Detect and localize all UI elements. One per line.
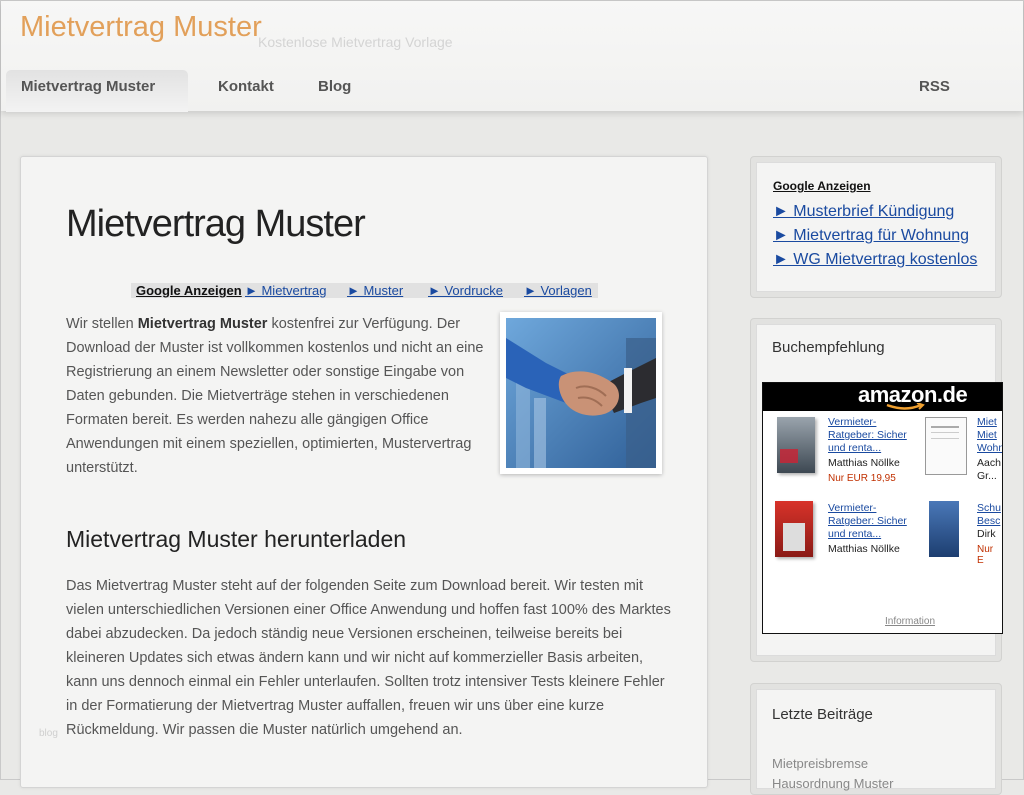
ad-link-mietvertrag[interactable]: ► Mietvertrag — [245, 283, 327, 298]
book-title-4[interactable]: Schu Besc — [977, 502, 1002, 528]
amazon-header: amazon.de — [763, 383, 1002, 411]
site-title[interactable]: Mietvertrag Muster — [20, 11, 262, 44]
book-title-1[interactable]: Vermieter-Ratgeber: Sicher und renta... — [828, 416, 918, 455]
nav-item-blog[interactable]: Blog — [318, 78, 351, 95]
book-author-4: Dirk — [977, 528, 996, 540]
watermark: blog — [39, 728, 58, 739]
book-author-1: Matthias Nöllke — [828, 457, 900, 469]
sidebar-ad-link-wg-mietvertrag[interactable]: ► WG Mietvertrag kostenlos — [773, 251, 977, 269]
intro-bold-term: Mietvertrag Muster — [137, 316, 268, 332]
google-ads-bar: Google Anzeigen ► Mietvertrag ► Muster ►… — [131, 283, 598, 298]
page-title: Mietvertrag Muster — [66, 203, 366, 245]
book-widget: Buchempfehlung amazon.de Vermieter-Ratge… — [750, 318, 1003, 662]
book-title-3[interactable]: Vermieter-Ratgeber: Sicher und renta... — [828, 502, 918, 541]
handshake-photo — [500, 312, 662, 474]
book-title-2[interactable]: Miet Miet Wohn — [977, 416, 1002, 455]
book-cover-2[interactable] — [925, 417, 967, 475]
sidebar-ads-widget: Google Anzeigen ► Musterbrief Kündigung … — [750, 156, 1002, 298]
main-content: Mietvertrag Muster Google Anzeigen ► Mie… — [20, 156, 708, 788]
amazon-smile-icon — [886, 403, 925, 410]
sidebar-ad-link-mietvertrag-wohnung[interactable]: ► Mietvertrag für Wohnung — [773, 227, 969, 245]
nav-item-rss[interactable]: RSS — [919, 78, 950, 95]
nav-item-mietvertrag-muster[interactable]: Mietvertrag Muster — [21, 78, 155, 95]
book-cover-1[interactable] — [777, 417, 815, 473]
amazon-widget[interactable]: amazon.de Vermieter-Ratgeber: Sicher und… — [762, 382, 1003, 634]
book-cover-3[interactable] — [775, 501, 813, 557]
book-widget-title: Buchempfehlung — [772, 339, 885, 356]
ad-link-muster[interactable]: ► Muster — [347, 283, 403, 298]
book-price-1: Nur EUR 19,95 — [828, 473, 896, 484]
site-header: Mietvertrag Muster Kostenlose Mietvertra… — [1, 1, 1023, 112]
amazon-information-link[interactable]: Information — [885, 616, 935, 627]
sidebar-ads-label[interactable]: Google Anzeigen — [773, 179, 871, 193]
recent-post-link-1[interactable]: Mietpreisbremse — [772, 756, 868, 771]
intro-paragraph: Wir stellen Mietvertrag Muster kostenfre… — [66, 316, 484, 476]
book-author-3: Matthias Nöllke — [828, 543, 900, 555]
recent-post-link-2[interactable]: Hausordnung Muster — [772, 776, 893, 791]
ad-link-vorlagen[interactable]: ► Vorlagen — [524, 283, 592, 298]
download-paragraph: Das Mietvertrag Muster steht auf der fol… — [66, 578, 671, 738]
section-heading: Mietvertrag Muster herunterladen — [66, 526, 407, 552]
book-price-4: Nur E — [977, 544, 994, 566]
sidebar-ad-link-musterbrief[interactable]: ► Musterbrief Kündigung — [773, 203, 954, 221]
ad-link-vordrucke[interactable]: ► Vordrucke — [428, 283, 503, 298]
nav-item-kontakt[interactable]: Kontakt — [218, 78, 274, 95]
site-tagline: Kostenlose Mietvertrag Vorlage — [258, 34, 453, 50]
recent-posts-widget: Letzte Beiträge Mietpreisbremse Hausordn… — [750, 683, 1002, 795]
book-author-2: Aach Gr... — [977, 457, 1001, 482]
recent-posts-title: Letzte Beiträge — [772, 706, 873, 723]
book-cover-4[interactable] — [929, 501, 959, 557]
ads-label[interactable]: Google Anzeigen — [136, 283, 242, 298]
